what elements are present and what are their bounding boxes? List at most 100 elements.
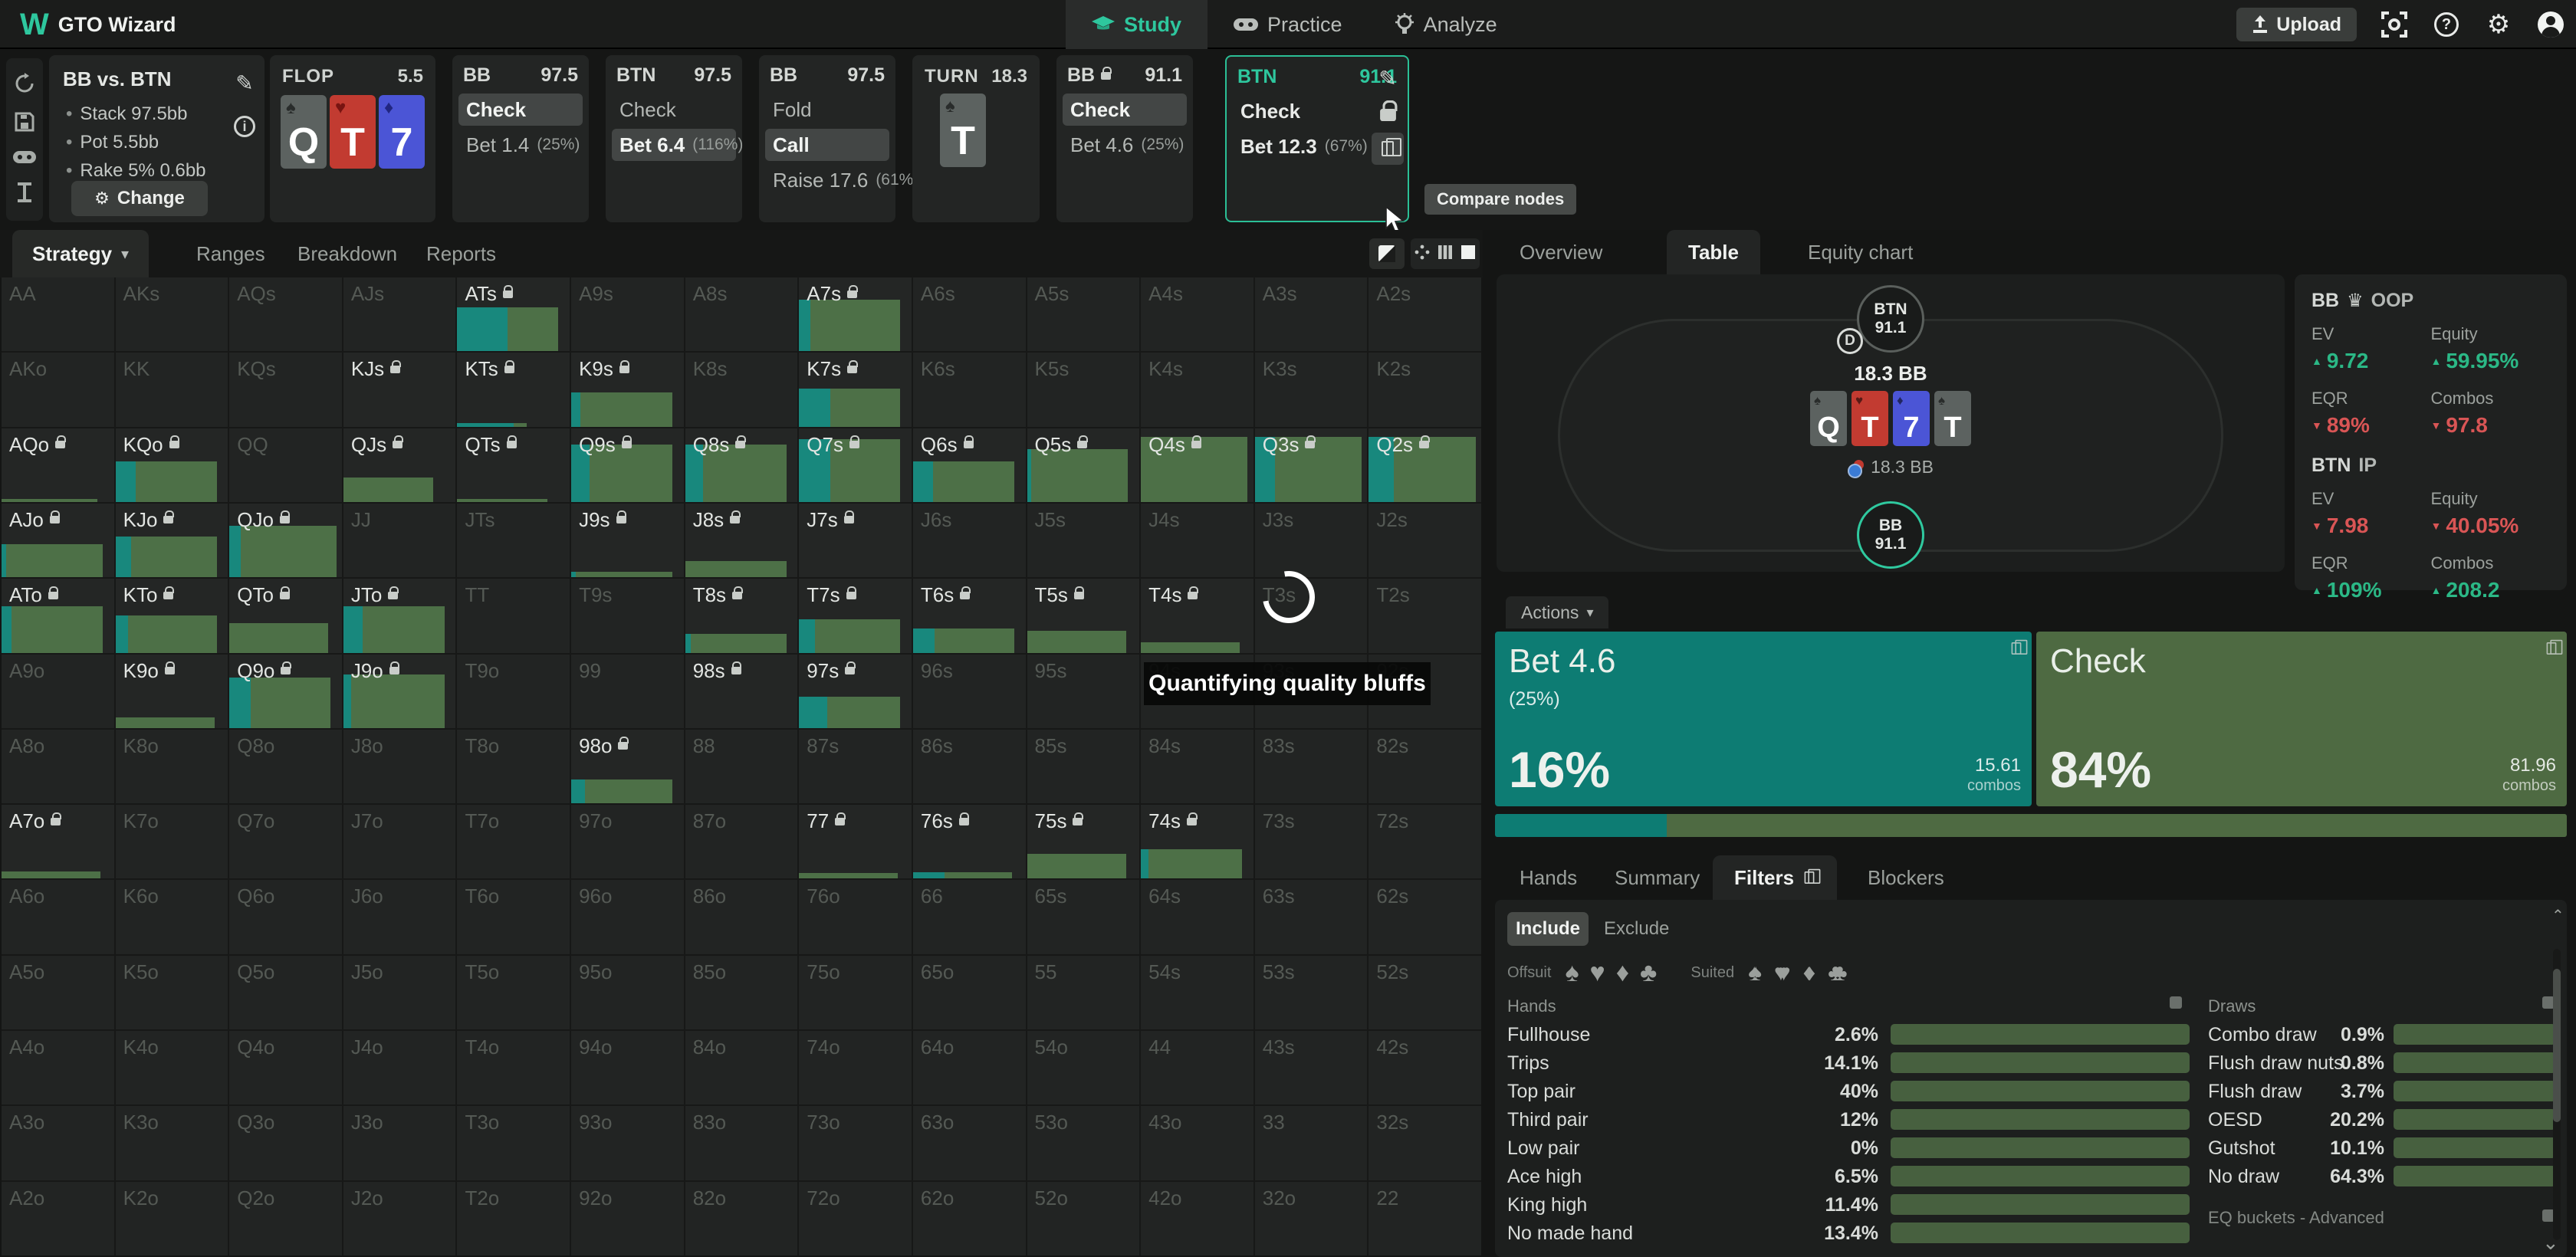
- matrix-cell-86o[interactable]: 86o: [685, 880, 798, 953]
- matrix-cell-98s[interactable]: 98s: [685, 655, 798, 728]
- matrix-cell-43o[interactable]: 43o: [1141, 1106, 1254, 1180]
- matrix-cell-K8s[interactable]: K8s: [685, 353, 798, 426]
- matrix-cell-44[interactable]: 44: [1141, 1031, 1254, 1104]
- matrix-cell-K4s[interactable]: K4s: [1141, 353, 1254, 426]
- matrix-cell-J3s[interactable]: J3s: [1255, 504, 1368, 577]
- matrix-cell-95o[interactable]: 95o: [571, 956, 684, 1029]
- matrix-cell-A2o[interactable]: A2o: [2, 1182, 114, 1255]
- seat-btn[interactable]: BTN 91.1: [1857, 285, 1924, 353]
- matrix-cell-K7o[interactable]: K7o: [116, 805, 228, 878]
- matrix-cell-A7s[interactable]: A7s: [799, 277, 912, 351]
- matrix-cell-AJo[interactable]: AJo: [2, 504, 114, 577]
- matrix-cell-J9s[interactable]: J9s: [571, 504, 684, 577]
- matrix-cell-98o[interactable]: 98o: [571, 730, 684, 803]
- node-action-check[interactable]: Check: [1063, 94, 1187, 126]
- matrix-cell-73s[interactable]: 73s: [1255, 805, 1368, 878]
- offsuit-suit-icon[interactable]: ♦: [1616, 958, 1629, 988]
- matrix-cell-AKs[interactable]: AKs: [116, 277, 228, 351]
- matrix-cell-53o[interactable]: 53o: [1027, 1106, 1140, 1180]
- matrix-cell-76s[interactable]: 76s: [913, 805, 1026, 878]
- matrix-cell-K5s[interactable]: K5s: [1027, 353, 1140, 426]
- matrix-cell-T6s[interactable]: T6s: [913, 579, 1026, 652]
- matrix-cell-84s[interactable]: 84s: [1141, 730, 1254, 803]
- matrix-cell-94o[interactable]: 94o: [571, 1031, 684, 1104]
- matrix-cell-Q3s[interactable]: Q3s: [1255, 428, 1368, 502]
- matrix-cell-42s[interactable]: 42s: [1368, 1031, 1481, 1104]
- matrix-cell-95s[interactable]: 95s: [1027, 655, 1140, 728]
- matrix-cell-A4o[interactable]: A4o: [2, 1031, 114, 1104]
- matrix-cell-J3o[interactable]: J3o: [343, 1106, 456, 1180]
- matrix-cell-K3s[interactable]: K3s: [1255, 353, 1368, 426]
- matrix-cell-Q9o[interactable]: Q9o: [229, 655, 342, 728]
- hands-legend-icon[interactable]: [2170, 996, 2182, 1009]
- matrix-cell-T3o[interactable]: T3o: [457, 1106, 570, 1180]
- matrix-cell-62o[interactable]: 62o: [913, 1182, 1026, 1255]
- matrix-cell-82o[interactable]: 82o: [685, 1182, 798, 1255]
- matrix-cell-33[interactable]: 33: [1255, 1106, 1368, 1180]
- save-icon[interactable]: [15, 112, 34, 136]
- scrollbar-thumb[interactable]: [2553, 969, 2561, 1122]
- matrix-cell-QTs[interactable]: QTs: [457, 428, 570, 502]
- matrix-cell-K6o[interactable]: K6o: [116, 880, 228, 953]
- matrix-cell-T6o[interactable]: T6o: [457, 880, 570, 953]
- node-btn-1[interactable]: BTN97.5CheckBet 6.4(116%): [606, 55, 742, 222]
- matrix-cell-52s[interactable]: 52s: [1368, 956, 1481, 1029]
- matrix-cell-83s[interactable]: 83s: [1255, 730, 1368, 803]
- matrix-cell-A6o[interactable]: A6o: [2, 880, 114, 953]
- matrix-cell-J5o[interactable]: J5o: [343, 956, 456, 1029]
- node-action-bet[interactable]: Bet 4.6(25%): [1063, 129, 1187, 161]
- tab-ranges[interactable]: Ranges: [176, 230, 285, 277]
- matrix-cell-65s[interactable]: 65s: [1027, 880, 1140, 953]
- matrix-cell-T4o[interactable]: T4o: [457, 1031, 570, 1104]
- matrix-cell-Q5o[interactable]: Q5o: [229, 956, 342, 1029]
- matrix-cell-74s[interactable]: 74s: [1141, 805, 1254, 878]
- matrix-cell-92o[interactable]: 92o: [571, 1182, 684, 1255]
- reset-icon[interactable]: [14, 73, 35, 98]
- node-action-bet[interactable]: Bet 6.4(116%): [612, 129, 736, 161]
- matrix-cell-75o[interactable]: 75o: [799, 956, 912, 1029]
- tab-equity-chart[interactable]: Equity chart: [1786, 230, 1934, 274]
- matrix-cell-KQo[interactable]: KQo: [116, 428, 228, 502]
- matrix-cell-54s[interactable]: 54s: [1141, 956, 1254, 1029]
- matrix-cell-KJo[interactable]: KJo: [116, 504, 228, 577]
- matrix-cell-93o[interactable]: 93o: [571, 1106, 684, 1180]
- matrix-cell-A9s[interactable]: A9s: [571, 277, 684, 351]
- matrix-cell-J9o[interactable]: J9o: [343, 655, 456, 728]
- matrix-cell-72s[interactable]: 72s: [1368, 805, 1481, 878]
- matrix-cell-A3s[interactable]: A3s: [1255, 277, 1368, 351]
- matrix-cell-43s[interactable]: 43s: [1255, 1031, 1368, 1104]
- seat-bb[interactable]: BB 91.1: [1857, 501, 1924, 569]
- matrix-cell-AA[interactable]: AA: [2, 277, 114, 351]
- node-action-bet[interactable]: Bet 12.3(67%): [1233, 130, 1365, 162]
- scroll-up-icon[interactable]: ⌃: [2551, 906, 2564, 925]
- matrix-cell-T7o[interactable]: T7o: [457, 805, 570, 878]
- matrix-cell-A7o[interactable]: A7o: [2, 805, 114, 878]
- matrix-cell-A6s[interactable]: A6s: [913, 277, 1026, 351]
- matrix-cell-QJs[interactable]: QJs: [343, 428, 456, 502]
- matrix-cell-J6o[interactable]: J6o: [343, 880, 456, 953]
- matrix-cell-KTo[interactable]: KTo: [116, 579, 228, 652]
- matrix-cell-63o[interactable]: 63o: [913, 1106, 1026, 1180]
- matrix-cell-J7o[interactable]: J7o: [343, 805, 456, 878]
- matrix-cell-88[interactable]: 88: [685, 730, 798, 803]
- gamepad-icon[interactable]: [13, 149, 36, 169]
- help-icon[interactable]: ?: [2432, 10, 2461, 39]
- matrix-cell-K7s[interactable]: K7s: [799, 353, 912, 426]
- offsuit-suit-icon[interactable]: ♥: [1590, 958, 1605, 988]
- matrix-cell-ATo[interactable]: ATo: [2, 579, 114, 652]
- matrix-cell-T9s[interactable]: T9s: [571, 579, 684, 652]
- matrix-cell-ATs[interactable]: ATs: [457, 277, 570, 351]
- matrix-cell-75s[interactable]: 75s: [1027, 805, 1140, 878]
- matrix-cell-Q6o[interactable]: Q6o: [229, 880, 342, 953]
- matrix-cell-55[interactable]: 55: [1027, 956, 1140, 1029]
- matrix-cell-KTs[interactable]: KTs: [457, 353, 570, 426]
- offsuit-suit-icon[interactable]: ♠: [1565, 958, 1579, 988]
- matrix-cell-54o[interactable]: 54o: [1027, 1031, 1140, 1104]
- matrix-cell-J7s[interactable]: J7s: [799, 504, 912, 577]
- matrix-cell-KQs[interactable]: KQs: [229, 353, 342, 426]
- matrix-cell-A2s[interactable]: A2s: [1368, 277, 1481, 351]
- matrix-cell-73o[interactable]: 73o: [799, 1106, 912, 1180]
- tab-table[interactable]: Table: [1667, 230, 1760, 274]
- matrix-cell-97o[interactable]: 97o: [571, 805, 684, 878]
- node-bb-3[interactable]: BB91.1CheckBet 4.6(25%): [1056, 55, 1193, 222]
